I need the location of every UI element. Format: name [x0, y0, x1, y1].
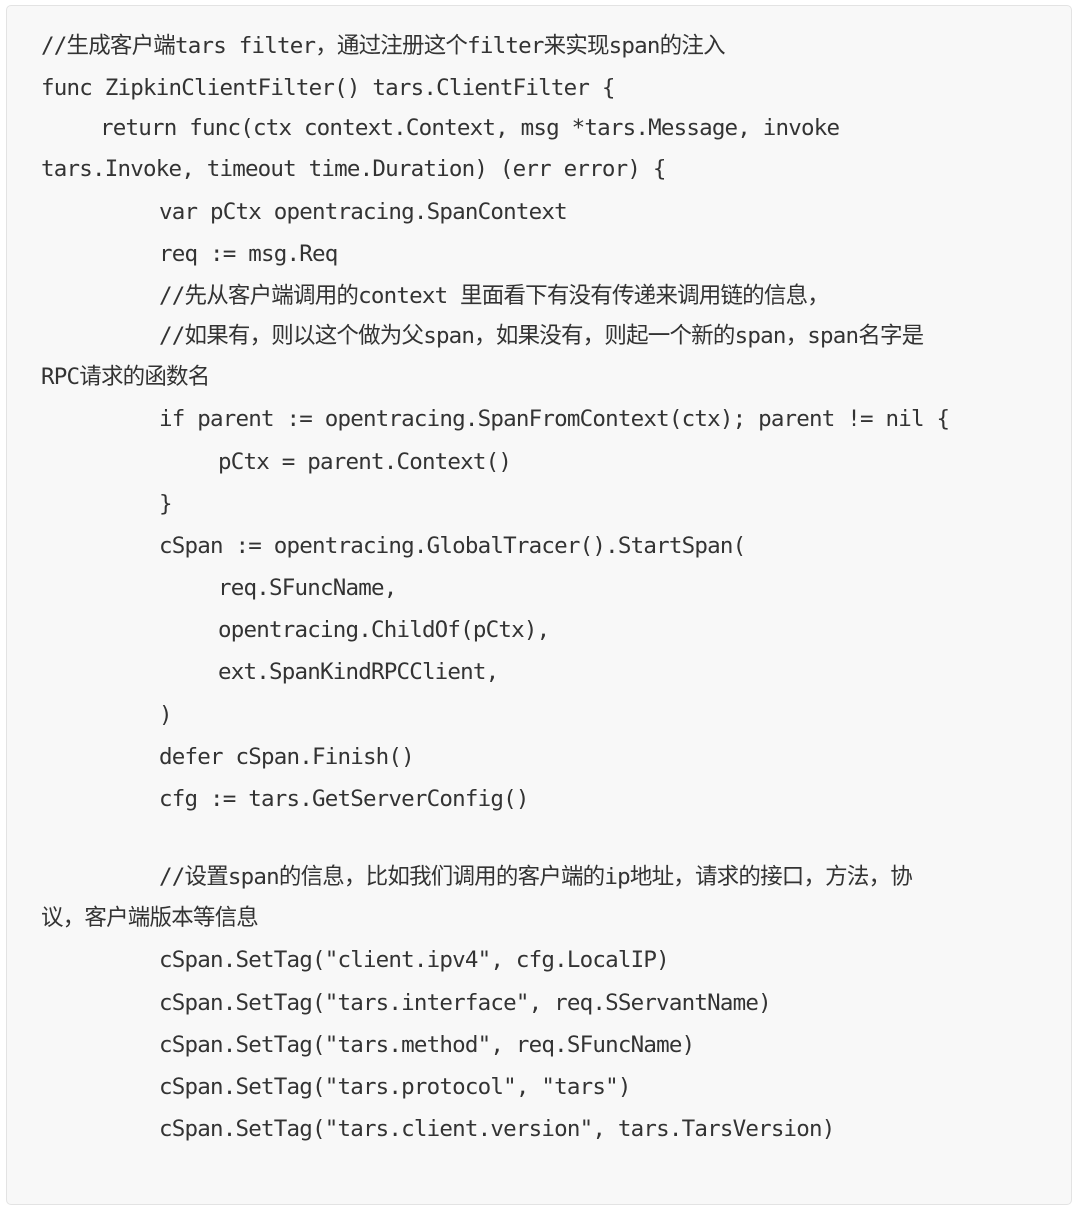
code-line: return func(ctx context.Context, msg *ta… [100, 115, 840, 142]
code-line-comment: //设置span的信息，比如我们调用的客户端的ip地址，请求的接口，方法，协 [159, 864, 913, 891]
code-line: if parent := opentracing.SpanFromContext… [159, 406, 950, 433]
code-content: //生成客户端tars filter，通过注册这个filter来实现span的注… [41, 25, 1041, 1150]
code-line: ) [159, 701, 173, 728]
code-line-continuation: tars.Invoke, timeout time.Duration) (err… [41, 156, 666, 183]
code-line: cSpan.SetTag("tars.method", req.SFuncNam… [159, 1031, 695, 1058]
code-line-comment-continuation: RPC请求的函数名 [41, 364, 210, 391]
code-line: var pCtx opentracing.SpanContext [159, 198, 568, 225]
code-line-comment-continuation: 议，客户端版本等信息 [41, 905, 259, 932]
code-line: } [159, 490, 173, 517]
code-line: cSpan := opentracing.GlobalTracer().Star… [159, 532, 746, 559]
code-block: //生成客户端tars filter，通过注册这个filter来实现span的注… [6, 5, 1072, 1205]
code-line: cfg := tars.GetServerConfig() [159, 786, 529, 812]
code-line: cSpan.SetTag("tars.protocol", "tars") [159, 1073, 631, 1100]
code-line: cSpan.SetTag("tars.client.version", tars… [159, 1116, 835, 1143]
code-line: req := msg.Req [159, 240, 338, 267]
code-line: cSpan.SetTag("client.ipv4", cfg.LocalIP) [159, 947, 670, 974]
code-line: opentracing.ChildOf(pCtx), [218, 617, 550, 644]
code-line-comment: //生成客户端tars filter，通过注册这个filter来实现span的注… [41, 33, 726, 59]
code-line: req.SFuncName, [218, 575, 397, 602]
code-line: pCtx = parent.Context() [218, 448, 512, 475]
code-line: ext.SpanKindRPCClient, [218, 659, 499, 686]
code-line-comment: //先从客户端调用的context 里面看下有没有传递来调用链的信息， [159, 282, 830, 309]
code-line: cSpan.SetTag("tars.interface", req.SServ… [159, 989, 772, 1016]
code-line: func ZipkinClientFilter() tars.ClientFil… [41, 75, 615, 102]
code-line: defer cSpan.Finish() [159, 743, 415, 770]
code-line-comment: //如果有，则以这个做为父span，如果没有，则起一个新的span，span名字… [159, 323, 924, 350]
